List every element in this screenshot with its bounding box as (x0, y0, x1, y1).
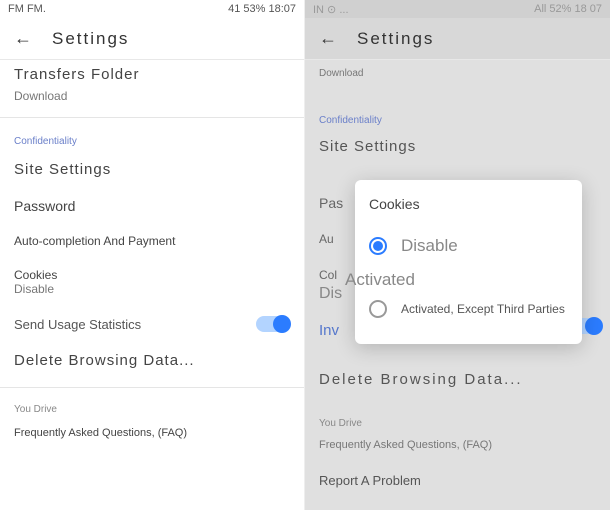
option-label: Activated (345, 270, 415, 290)
delete-browsing-row[interactable]: Delete Browsing Data... (305, 363, 610, 396)
radio-selected-icon[interactable] (369, 237, 387, 255)
password-row[interactable]: Password (0, 188, 304, 224)
page-title: Settings (52, 29, 129, 49)
statusbar-icons: IN ⊙ ... (313, 3, 349, 16)
you-drive-section-label: You Drive (0, 396, 304, 417)
disable-partial: Dis (319, 285, 342, 303)
page-title: Settings (357, 29, 434, 49)
confidentiality-section-label: Confidentiality (305, 105, 610, 130)
cookies-value: Disable (14, 282, 290, 296)
send-stats-label: Send Usage Statistics (14, 317, 141, 332)
report-problem-row[interactable]: Report A Problem (305, 459, 610, 496)
header: ← Settings (305, 18, 610, 60)
screen-settings-right: IN ⊙ ... All 52% 18 07 ← Settings Downlo… (305, 0, 610, 510)
screen-settings-left: FM FM. 41 53% 18:07 ← Settings Transfers… (0, 0, 305, 510)
statusbar-time: All 52% 18 07 (534, 3, 602, 15)
send-stats-row[interactable]: Send Usage Statistics (0, 306, 304, 342)
statusbar-carrier: FM FM. (8, 3, 46, 15)
site-settings-row[interactable]: Site Settings (305, 130, 610, 163)
divider (0, 117, 304, 118)
transfers-folder-label[interactable]: Transfers Folder (0, 60, 304, 89)
site-settings-row[interactable]: Site Settings (0, 151, 304, 188)
statusbar-time: 41 53% 18:07 (228, 3, 296, 15)
inv-partial: Inv (319, 322, 339, 339)
cookies-option-disable[interactable]: Disable (369, 226, 568, 266)
back-icon[interactable]: ← (319, 28, 337, 49)
cookies-label: Cookies (14, 268, 290, 282)
header: ← Settings (0, 18, 304, 60)
faq-row[interactable]: Frequently Asked Questions, (FAQ) (305, 431, 610, 459)
statusbar: IN ⊙ ... All 52% 18 07 (305, 0, 610, 18)
auto-completion-row[interactable]: Auto-completion And Payment (0, 224, 304, 258)
cookies-option-activated[interactable]: Activated (345, 266, 568, 290)
delete-browsing-row[interactable]: Delete Browsing Data... (0, 342, 304, 379)
option-label: Activated, Except Third Parties (401, 302, 565, 316)
you-drive-section-label: You Drive (305, 410, 610, 431)
password-partial: Pas (319, 195, 343, 211)
back-icon[interactable]: ← (14, 28, 32, 49)
send-stats-toggle[interactable] (256, 316, 290, 332)
cookies-row[interactable]: Cookies Disable (0, 258, 304, 306)
divider (0, 387, 304, 388)
confidentiality-section-label: Confidentiality (0, 126, 304, 151)
download-value: Download (305, 60, 610, 87)
option-label: Disable (401, 236, 458, 256)
transfers-folder-value: Download (0, 89, 304, 109)
cookies-partial: Col (319, 268, 337, 282)
statusbar: FM FM. 41 53% 18:07 (0, 0, 304, 18)
cookies-dialog-title: Cookies (369, 196, 568, 212)
auto-partial: Au (319, 232, 334, 246)
cookies-dialog: Cookies Disable Activated Activated, Exc… (355, 180, 582, 344)
cookies-option-except-third[interactable]: Activated, Except Third Parties (369, 290, 568, 328)
radio-icon[interactable] (369, 300, 387, 318)
faq-row[interactable]: Frequently Asked Questions, (FAQ) (0, 417, 304, 449)
content: Transfers Folder Download Confidentialit… (0, 60, 304, 449)
